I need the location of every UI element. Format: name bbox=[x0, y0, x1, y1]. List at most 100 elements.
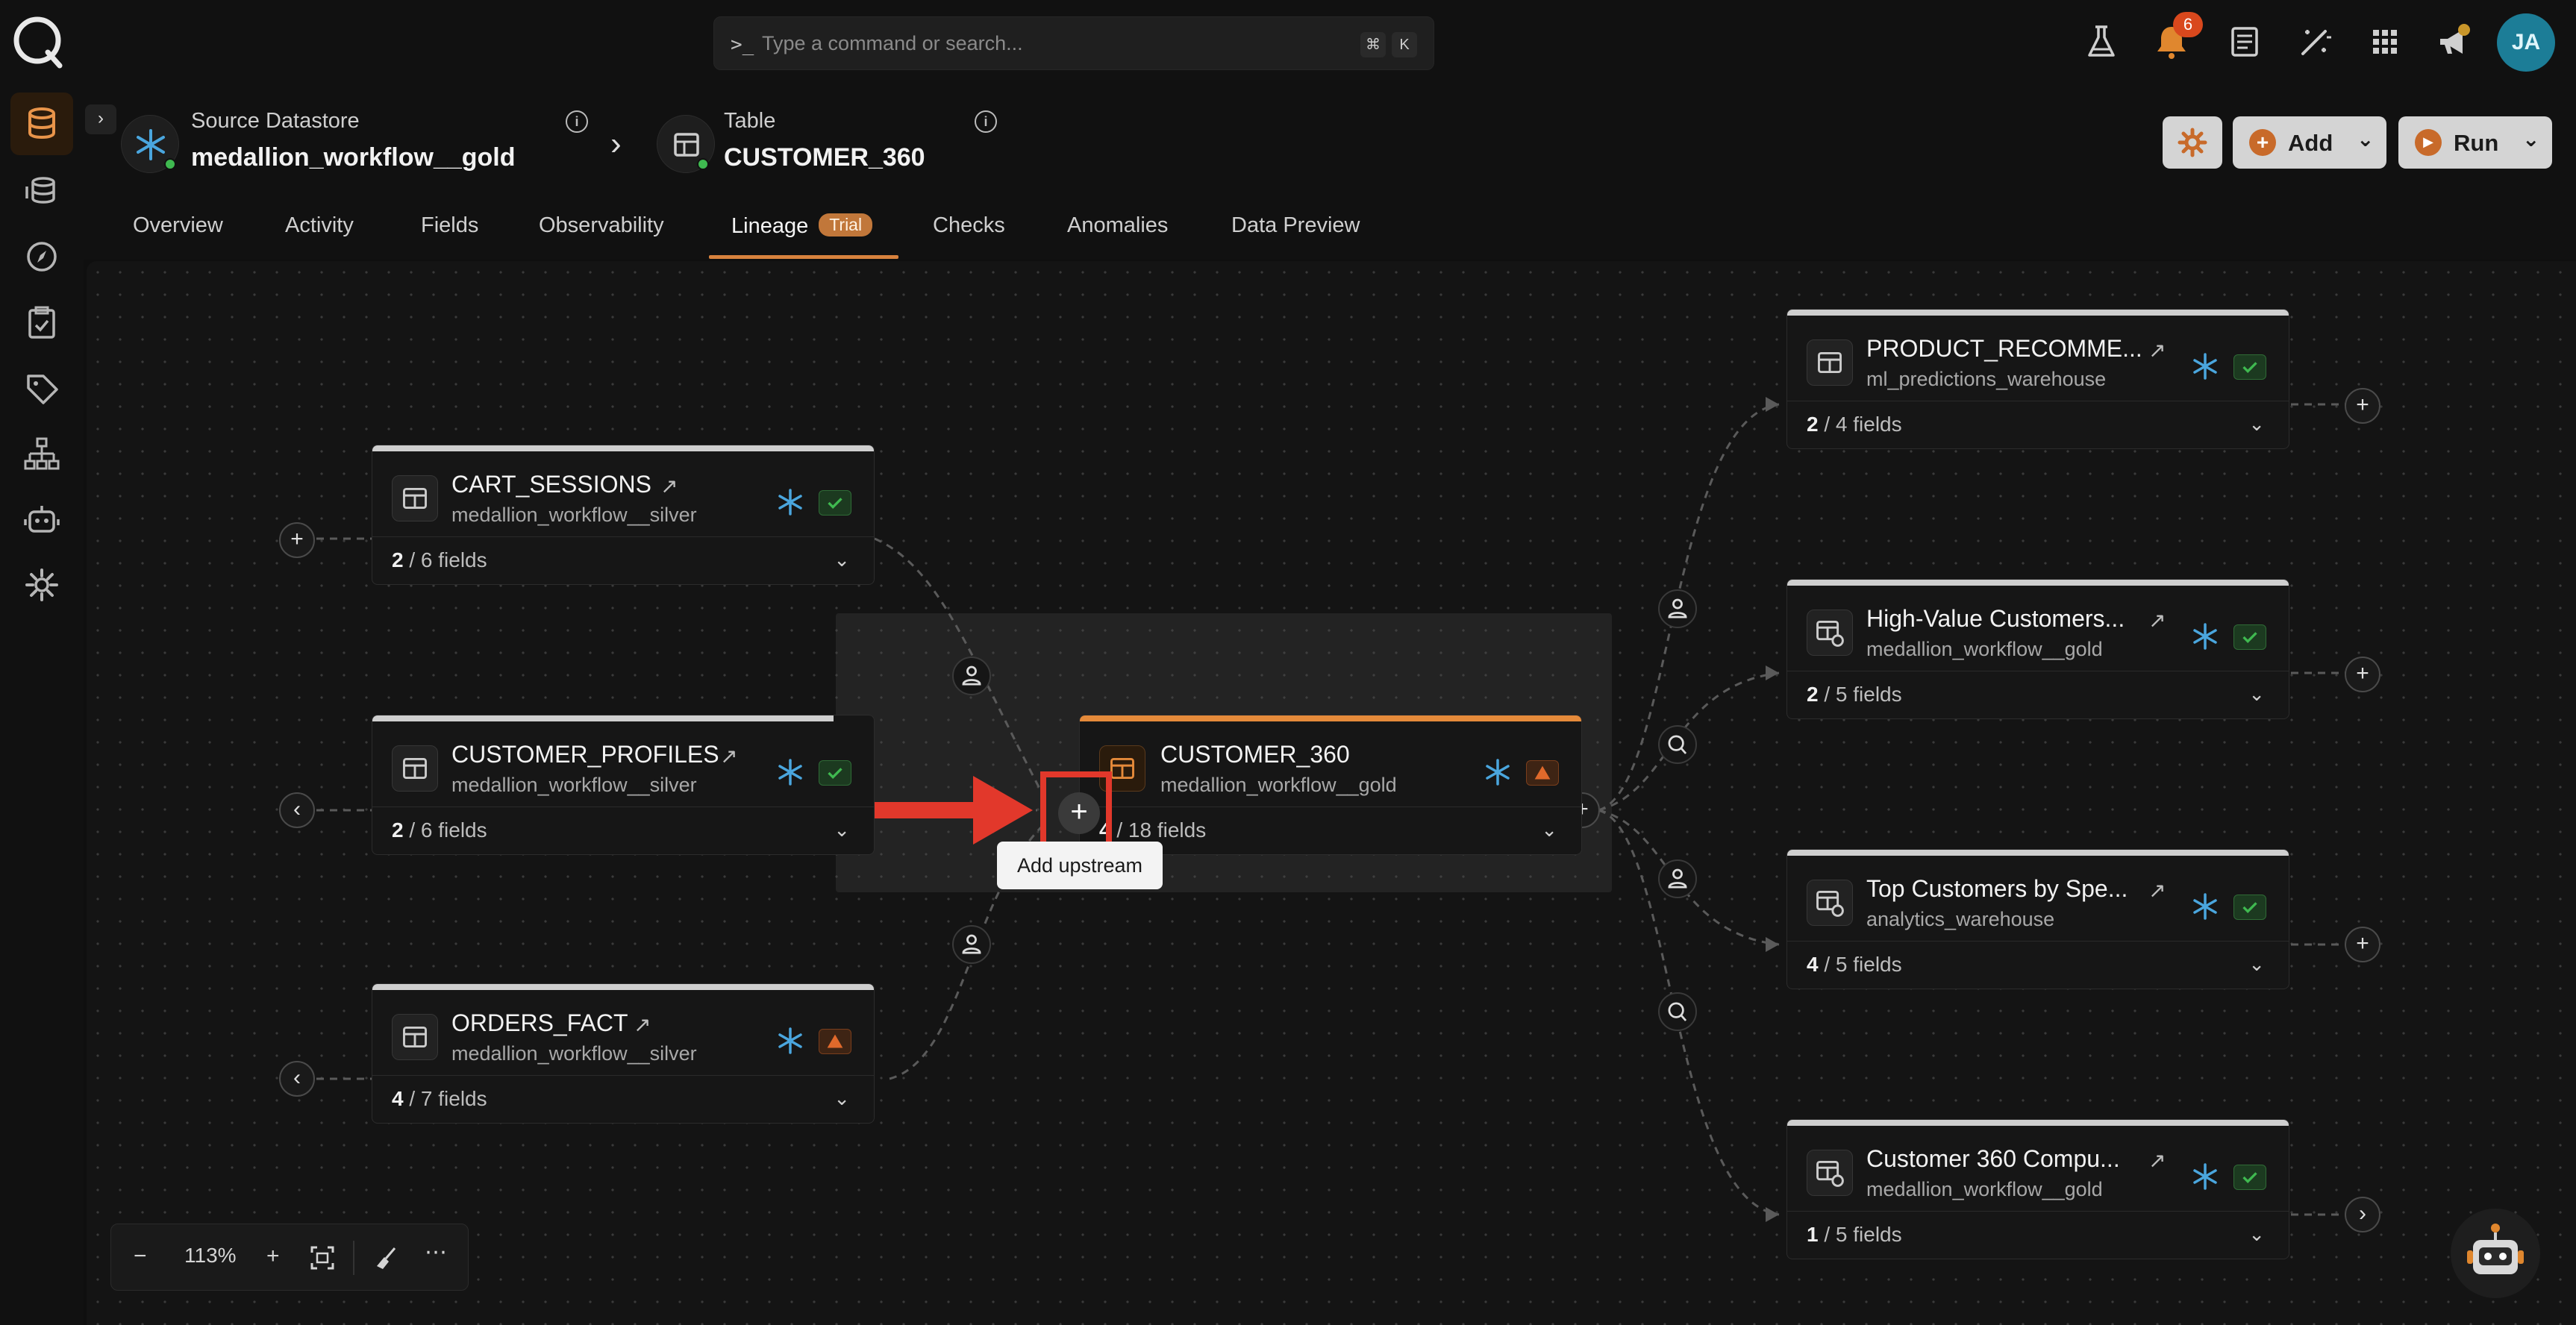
lineage-node-top-customers[interactable]: Top Customers by Spe... ↗ analytics_ware… bbox=[1786, 849, 2289, 989]
chevron-down-icon[interactable]: ⌄ bbox=[2248, 1223, 2265, 1246]
external-link-icon[interactable]: ↗ bbox=[2148, 878, 2166, 903]
expand-right-button[interactable]: › bbox=[2345, 1197, 2380, 1232]
chevron-down-icon[interactable]: ⌄ bbox=[834, 548, 850, 571]
zoom-in-button[interactable]: + bbox=[266, 1244, 280, 1269]
node-datastore: medallion_workflow__gold bbox=[1866, 1178, 2103, 1200]
zoom-divider bbox=[353, 1241, 354, 1275]
node-divider bbox=[372, 1075, 874, 1076]
qualytics-icon[interactable] bbox=[1658, 992, 1697, 1031]
chevron-down-icon[interactable]: ⌄ bbox=[2248, 413, 2265, 436]
zoom-out-button[interactable]: − bbox=[134, 1244, 147, 1269]
chevron-down-icon[interactable]: ⌄ bbox=[2248, 953, 2265, 976]
check-status-icon bbox=[819, 490, 851, 516]
node-fields-count: 4 / 18 fields bbox=[1099, 818, 1206, 842]
node-divider bbox=[1787, 1211, 2289, 1212]
lineage-node-product-recommendations[interactable]: PRODUCT_RECOMME... ↗ ml_predictions_ware… bbox=[1786, 309, 2289, 449]
more-options-icon[interactable]: ⋯ bbox=[425, 1239, 447, 1265]
node-title: CUSTOMER_PROFILES bbox=[451, 741, 719, 768]
snowflake-icon bbox=[2193, 893, 2217, 920]
node-fields-count: 2 / 6 fields bbox=[392, 548, 487, 572]
fit-view-icon[interactable] bbox=[310, 1245, 335, 1271]
snowflake-icon bbox=[2193, 353, 2217, 380]
fields-selected: 4 bbox=[1807, 953, 1819, 976]
computed-table-icon bbox=[1807, 880, 1853, 926]
add-upstream-tooltip: Add upstream bbox=[997, 842, 1163, 889]
person-icon[interactable] bbox=[952, 925, 991, 964]
chevron-down-icon[interactable]: ⌄ bbox=[834, 818, 850, 842]
node-fields-count: 2 / 4 fields bbox=[1807, 413, 1902, 436]
external-link-icon[interactable]: ↗ bbox=[634, 1012, 651, 1037]
node-top-border bbox=[1787, 850, 2289, 856]
person-icon[interactable] bbox=[952, 657, 991, 695]
node-divider bbox=[372, 806, 874, 807]
node-divider bbox=[1787, 941, 2289, 942]
external-link-icon[interactable]: ↗ bbox=[660, 474, 678, 498]
zoom-level: 113% bbox=[184, 1244, 237, 1267]
external-link-icon[interactable]: ↗ bbox=[2148, 1148, 2166, 1173]
person-icon[interactable] bbox=[1658, 859, 1697, 898]
lineage-node-orders-fact[interactable]: ORDERS_FACT ↗ medallion_workflow__silver… bbox=[372, 983, 875, 1124]
computed-table-icon bbox=[1807, 1150, 1853, 1196]
snowflake-icon bbox=[1486, 759, 1510, 786]
node-title: CUSTOMER_360 bbox=[1160, 741, 1350, 768]
add-downstream-button[interactable]: + bbox=[2345, 388, 2380, 424]
check-status-icon bbox=[2233, 1165, 2266, 1190]
person-icon[interactable] bbox=[1658, 589, 1697, 628]
robot-icon bbox=[2467, 1224, 2524, 1274]
node-fields-count: 2 / 6 fields bbox=[392, 818, 487, 842]
fields-selected: 2 bbox=[392, 818, 404, 842]
fields-total: / 6 fields bbox=[403, 818, 487, 842]
external-link-icon[interactable]: ↗ bbox=[2148, 338, 2166, 363]
snowflake-icon bbox=[778, 759, 802, 786]
broom-icon[interactable] bbox=[374, 1245, 399, 1271]
external-link-icon[interactable]: ↗ bbox=[720, 744, 737, 768]
node-top-border bbox=[372, 715, 834, 721]
node-top-border bbox=[1787, 1120, 2289, 1126]
fields-total: / 6 fields bbox=[403, 548, 487, 571]
node-datastore: medallion_workflow__silver bbox=[451, 1042, 697, 1065]
check-status-icon bbox=[2233, 354, 2266, 380]
node-fields-count: 1 / 5 fields bbox=[1807, 1223, 1902, 1247]
snowflake-icon bbox=[2193, 623, 2217, 650]
external-link-icon[interactable]: ↗ bbox=[2148, 608, 2166, 633]
computed-table-icon bbox=[1807, 610, 1853, 656]
node-title: CART_SESSIONS bbox=[451, 471, 651, 498]
warning-status-icon bbox=[819, 1029, 851, 1054]
fields-selected: 2 bbox=[1807, 413, 1819, 436]
lineage-node-high-value-customers[interactable]: High-Value Customers... ↗ medallion_work… bbox=[1786, 579, 2289, 719]
chevron-down-icon[interactable]: ⌄ bbox=[834, 1087, 850, 1110]
assistant-robot-button[interactable] bbox=[2451, 1209, 2540, 1298]
node-title: High-Value Customers... bbox=[1866, 605, 2125, 632]
snowflake-icon bbox=[778, 489, 802, 516]
lineage-node-cart-sessions[interactable]: CART_SESSIONS ↗ medallion_workflow__silv… bbox=[372, 445, 875, 585]
node-top-border bbox=[372, 984, 874, 990]
lineage-node-customer-profiles[interactable]: CUSTOMER_PROFILES ↗ medallion_workflow__… bbox=[372, 715, 875, 855]
node-top-border bbox=[1787, 580, 2289, 586]
warning-status-icon bbox=[1526, 760, 1559, 786]
fields-total: / 7 fields bbox=[403, 1087, 487, 1110]
fields-total: / 4 fields bbox=[1818, 413, 1902, 436]
zoom-toolbar: − 113% + ⋯ bbox=[110, 1224, 469, 1291]
snowflake-icon bbox=[778, 1027, 802, 1054]
node-datastore: medallion_workflow__gold bbox=[1866, 638, 2103, 660]
node-top-border bbox=[1080, 715, 1581, 721]
fields-selected: 2 bbox=[392, 548, 404, 571]
table-icon bbox=[392, 745, 438, 792]
node-top-border bbox=[1787, 310, 2289, 316]
lineage-node-customer-360-computed[interactable]: Customer 360 Compu... ↗ medallion_workfl… bbox=[1786, 1119, 2289, 1259]
expand-left-button[interactable]: ‹ bbox=[279, 792, 315, 828]
chevron-down-icon[interactable]: ⌄ bbox=[2248, 683, 2265, 706]
expand-left-button[interactable]: ‹ bbox=[279, 1061, 315, 1097]
add-downstream-button[interactable]: + bbox=[2345, 657, 2380, 692]
table-icon bbox=[1807, 339, 1853, 386]
node-divider bbox=[1080, 806, 1581, 807]
add-downstream-button[interactable]: + bbox=[2345, 927, 2380, 962]
node-datastore: medallion_workflow__gold bbox=[1160, 774, 1397, 796]
chevron-down-icon[interactable]: ⌄ bbox=[1541, 818, 1557, 842]
fields-total: / 5 fields bbox=[1818, 953, 1902, 976]
add-upstream-button[interactable]: + bbox=[279, 522, 315, 558]
node-divider bbox=[372, 536, 874, 537]
check-status-icon bbox=[819, 760, 851, 786]
lineage-node-customer-360[interactable]: CUSTOMER_360 medallion_workflow__gold 4 … bbox=[1079, 715, 1582, 855]
qualytics-icon[interactable] bbox=[1658, 725, 1697, 764]
